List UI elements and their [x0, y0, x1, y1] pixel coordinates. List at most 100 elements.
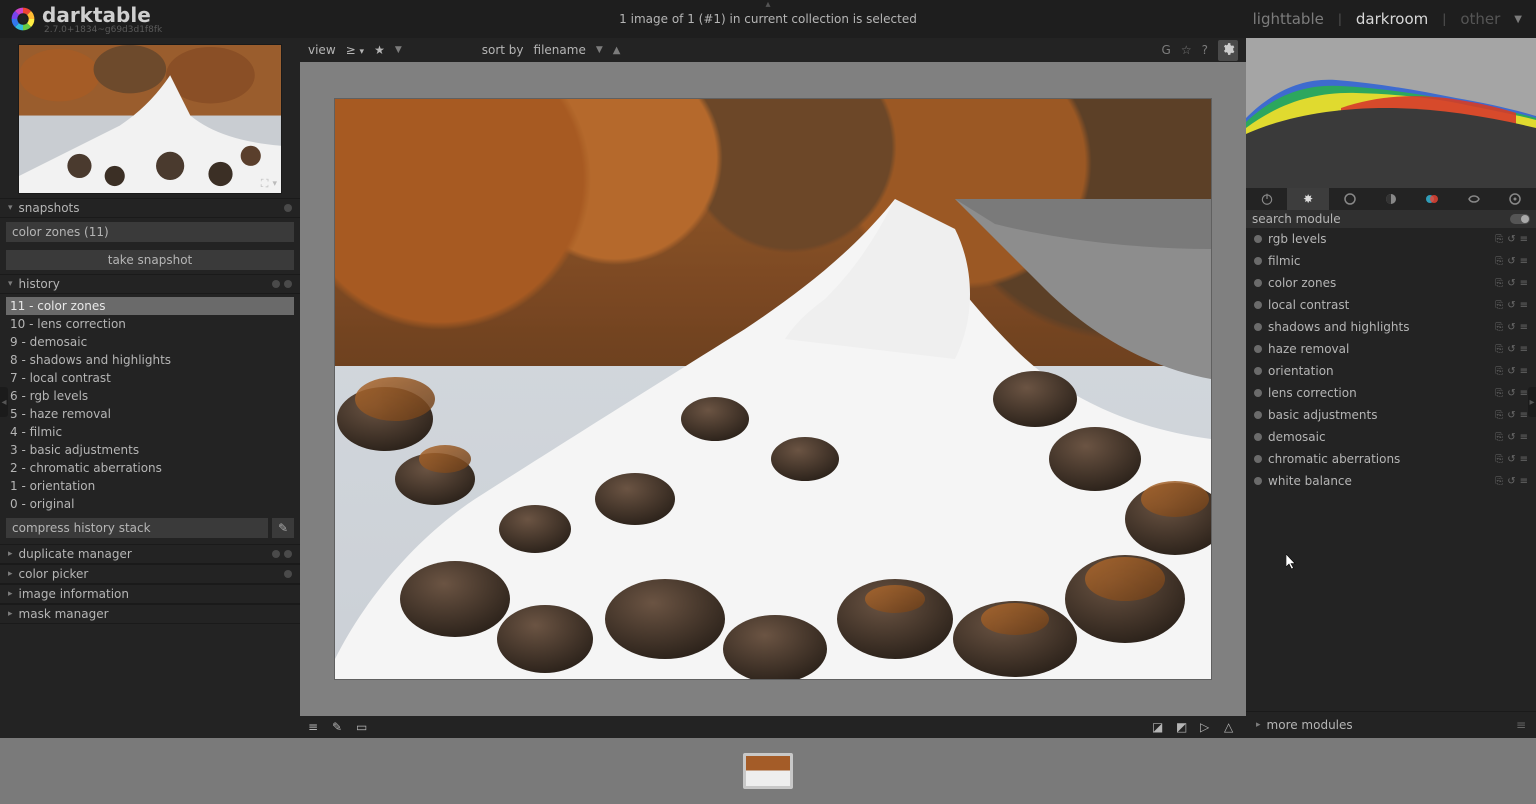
styles-icon[interactable]: ✎ — [332, 720, 346, 734]
module-enable-icon[interactable] — [1254, 433, 1262, 441]
more-modules[interactable]: ▸ more modules ≡ — [1246, 711, 1536, 738]
module-enable-icon[interactable] — [1254, 345, 1262, 353]
module-row[interactable]: rgb levels⎘↺≡ — [1246, 228, 1536, 250]
group-icon[interactable]: G — [1162, 43, 1171, 57]
tab-basic[interactable] — [1329, 188, 1370, 210]
multi-instance-icon[interactable]: ⎘ — [1495, 388, 1503, 399]
rating-filter[interactable]: ≥ ▾ — [346, 43, 364, 57]
section-duplicate[interactable]: ▸ duplicate manager — [0, 544, 300, 564]
multi-instance-icon[interactable]: ⎘ — [1495, 278, 1503, 289]
reset-icon[interactable]: ↺ — [1507, 476, 1515, 487]
module-enable-icon[interactable] — [1254, 301, 1262, 309]
module-row[interactable]: color zones⎘↺≡ — [1246, 272, 1536, 294]
search-toggle-icon[interactable] — [1510, 214, 1530, 224]
multi-instance-icon[interactable]: ⎘ — [1495, 322, 1503, 333]
multi-instance-icon[interactable]: ⎘ — [1495, 234, 1503, 245]
module-row[interactable]: shadows and highlights⎘↺≡ — [1246, 316, 1536, 338]
preset-icon[interactable]: ≡ — [1520, 322, 1528, 333]
history-item[interactable]: 6 - rgb levels — [6, 387, 294, 405]
reset-icon[interactable] — [284, 570, 292, 578]
tab-tone[interactable] — [1370, 188, 1411, 210]
multi-instance-icon[interactable]: ⎘ — [1495, 300, 1503, 311]
module-row[interactable]: orientation⎘↺≡ — [1246, 360, 1536, 382]
history-item[interactable]: 9 - demosaic — [6, 333, 294, 351]
collapse-right-icon[interactable]: ▸ — [1528, 387, 1536, 417]
preset-icon[interactable]: ≡ — [1520, 278, 1528, 289]
view-other[interactable]: other — [1460, 10, 1500, 28]
star-outline-icon[interactable]: ☆ — [1181, 43, 1192, 57]
module-row[interactable]: basic adjustments⎘↺≡ — [1246, 404, 1536, 426]
overexposed-icon[interactable]: ◪ — [1152, 720, 1166, 734]
collapse-left-icon[interactable]: ◂ — [0, 387, 8, 417]
multi-instance-icon[interactable]: ⎘ — [1495, 454, 1503, 465]
module-row[interactable]: local contrast⎘↺≡ — [1246, 294, 1536, 316]
preset-icon[interactable]: ≡ — [1520, 234, 1528, 245]
module-row[interactable]: demosaic⎘↺≡ — [1246, 426, 1536, 448]
quick-access-icon[interactable]: ≡ — [308, 720, 322, 734]
reset-icon[interactable]: ↺ — [1507, 234, 1515, 245]
module-enable-icon[interactable] — [1254, 279, 1262, 287]
multi-instance-icon[interactable]: ⎘ — [1495, 256, 1503, 267]
module-enable-icon[interactable] — [1254, 389, 1262, 397]
view-lighttable[interactable]: lighttable — [1253, 10, 1324, 28]
settings-icon[interactable] — [1218, 40, 1238, 61]
module-row[interactable]: chromatic aberrations⎘↺≡ — [1246, 448, 1536, 470]
preset-icon[interactable]: ≡ — [1520, 344, 1528, 355]
multi-instance-icon[interactable]: ⎘ — [1495, 366, 1503, 377]
reset-icon[interactable]: ↺ — [1507, 388, 1515, 399]
compress-history-button[interactable]: compress history stack — [6, 518, 268, 538]
reset-icon[interactable]: ↺ — [1507, 300, 1515, 311]
reset-icon[interactable]: ↺ — [1507, 278, 1515, 289]
reset-icon[interactable]: ↺ — [1507, 256, 1515, 267]
star-icon[interactable]: ★ — [374, 43, 385, 57]
section-color-picker[interactable]: ▸ color picker — [0, 564, 300, 584]
sort-value[interactable]: filename — [534, 43, 586, 57]
module-enable-icon[interactable] — [1254, 455, 1262, 463]
histogram[interactable] — [1246, 38, 1536, 188]
module-row[interactable]: filmic⎘↺≡ — [1246, 250, 1536, 272]
module-enable-icon[interactable] — [1254, 367, 1262, 375]
softproof-icon[interactable]: ▷ — [1200, 720, 1214, 734]
snapshot-name-input[interactable] — [6, 222, 294, 242]
preset-icon[interactable]: ≡ — [1520, 454, 1528, 465]
section-snapshots[interactable]: ▾ snapshots — [0, 198, 300, 218]
section-image-info[interactable]: ▸ image information — [0, 584, 300, 604]
module-row[interactable]: lens correction⎘↺≡ — [1246, 382, 1536, 404]
multi-instance-icon[interactable]: ⎘ — [1495, 344, 1503, 355]
search-module-row[interactable]: search module — [1246, 210, 1536, 228]
module-enable-icon[interactable] — [1254, 477, 1262, 485]
gamut-icon[interactable]: ◩ — [1176, 720, 1190, 734]
section-history[interactable]: ▾ history — [0, 274, 300, 294]
multi-instance-icon[interactable]: ⎘ — [1495, 476, 1503, 487]
preset-icon[interactable]: ≡ — [1520, 410, 1528, 421]
filmstrip[interactable] — [0, 738, 1536, 804]
history-item[interactable]: 2 - chromatic aberrations — [6, 459, 294, 477]
nav-preview[interactable]: ⛶ ▾ — [18, 44, 282, 194]
history-item[interactable]: 3 - basic adjustments — [6, 441, 294, 459]
view-darkroom[interactable]: darkroom — [1356, 10, 1428, 28]
chevron-down-icon[interactable]: ▼ — [395, 45, 402, 55]
history-item[interactable]: 0 - original — [6, 495, 294, 513]
history-item[interactable]: 5 - haze removal — [6, 405, 294, 423]
module-enable-icon[interactable] — [1254, 235, 1262, 243]
module-row[interactable]: white balance⎘↺≡ — [1246, 470, 1536, 492]
preset-icon[interactable]: ≡ — [1520, 388, 1528, 399]
menu-icon[interactable]: ≡ — [1516, 718, 1526, 732]
reset-icon[interactable]: ↺ — [1507, 454, 1515, 465]
reset-icon[interactable]: ↺ — [1507, 432, 1515, 443]
tab-effect[interactable] — [1495, 188, 1536, 210]
preset-icon[interactable]: ≡ — [1520, 432, 1528, 443]
tab-correct[interactable] — [1453, 188, 1494, 210]
chevron-down-icon[interactable]: ▾ — [272, 179, 277, 189]
section-actions[interactable] — [272, 550, 292, 558]
history-item[interactable]: 10 - lens correction — [6, 315, 294, 333]
history-item[interactable]: 1 - orientation — [6, 477, 294, 495]
sort-direction-icon[interactable]: ▲ — [613, 45, 621, 56]
image-canvas[interactable] — [300, 62, 1246, 716]
preset-icon[interactable]: ≡ — [1520, 256, 1528, 267]
filmstrip-thumb[interactable] — [743, 753, 793, 789]
history-item[interactable]: 7 - local contrast — [6, 369, 294, 387]
preset-icon[interactable]: ≡ — [1520, 366, 1528, 377]
take-snapshot-button[interactable]: take snapshot — [6, 250, 294, 270]
history-item[interactable]: 4 - filmic — [6, 423, 294, 441]
